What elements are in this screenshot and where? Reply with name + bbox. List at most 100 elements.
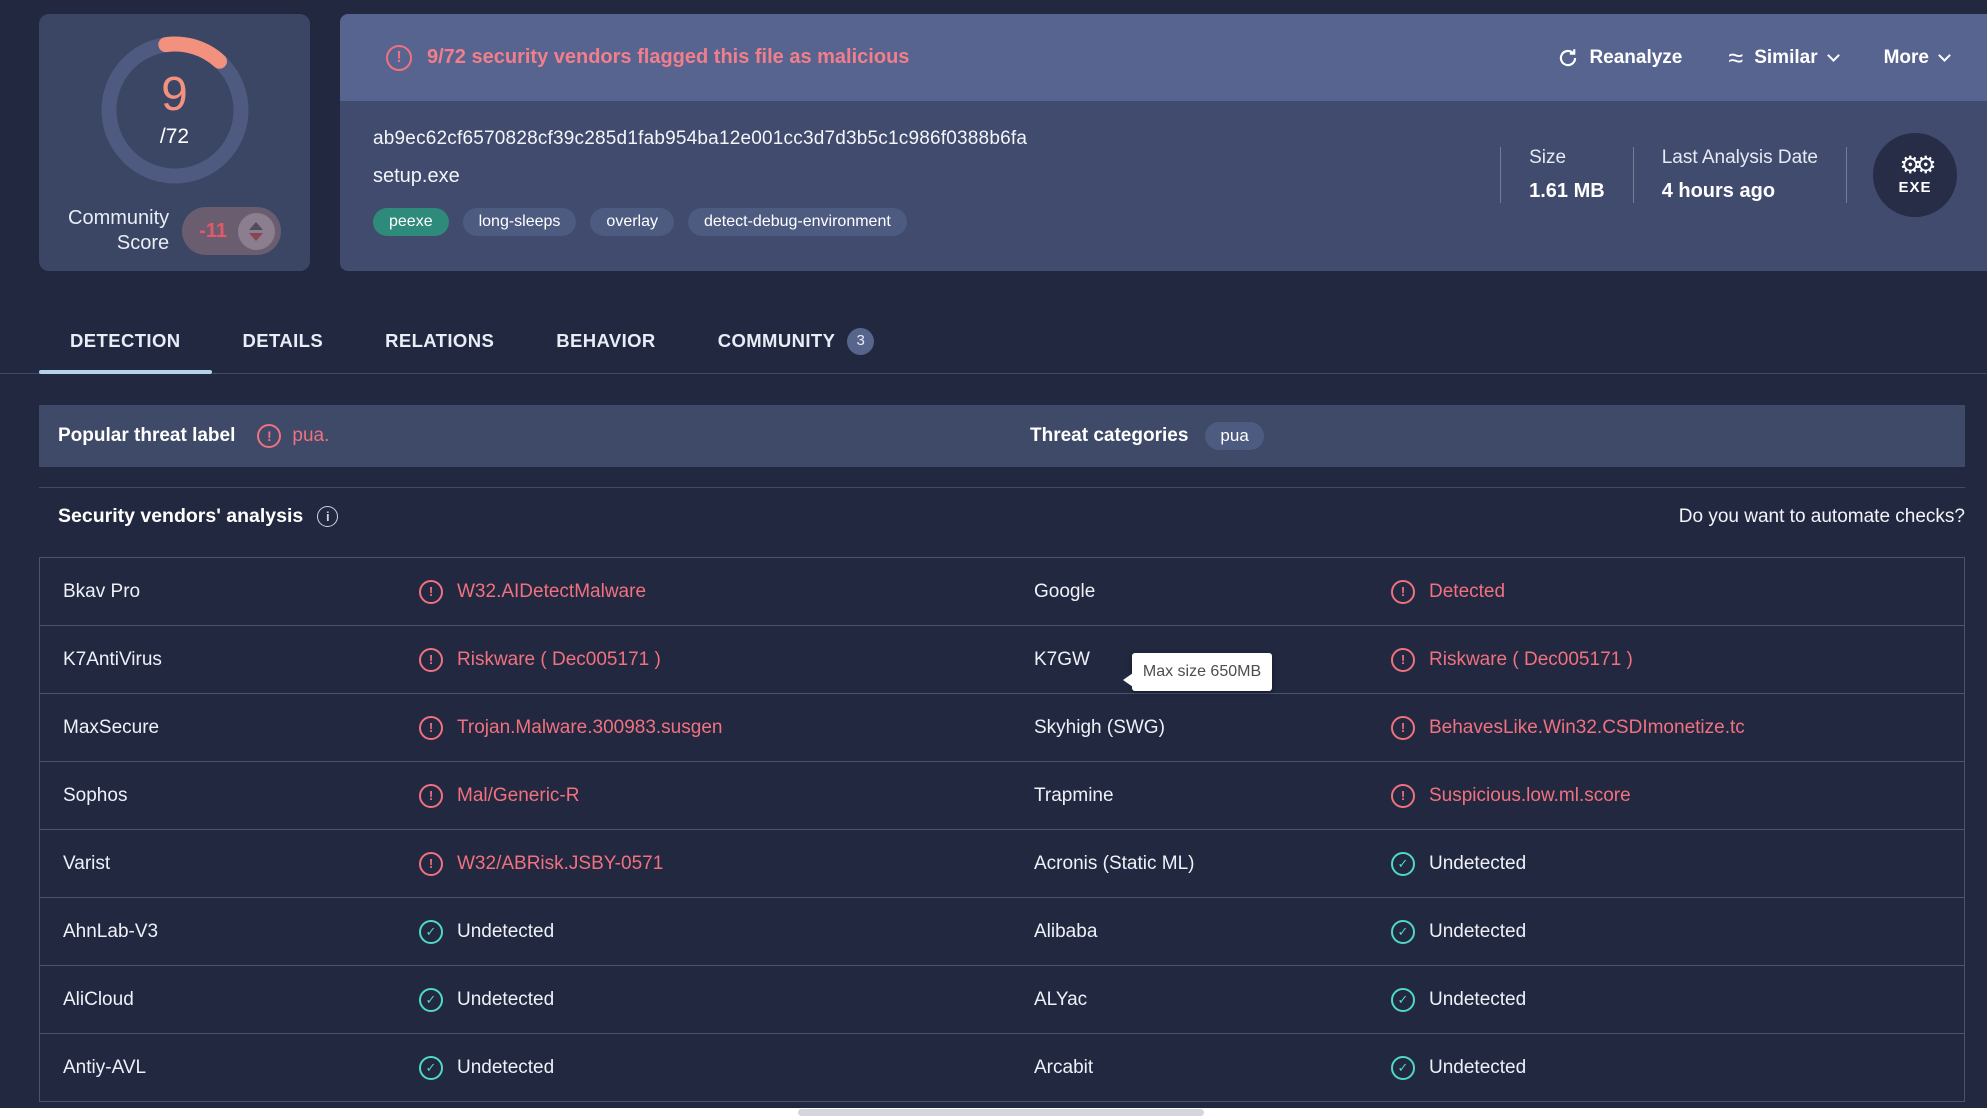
table-row: Antiy-AVL✓UndetectedArcabit✓Undetected <box>40 1034 1964 1102</box>
category-pill-pua[interactable]: pua <box>1205 422 1263 450</box>
file-info-section: ab9ec62cf6570828cf39c285d1fab954ba12e001… <box>340 101 1987 271</box>
vendor-name: Acronis (Static ML) <box>1034 853 1391 875</box>
similar-button[interactable]: ≈ Similar <box>1728 47 1837 69</box>
more-button[interactable]: More <box>1884 47 1949 69</box>
detection-score-donut: 9 /72 <box>93 28 257 192</box>
vendor-result: ! Riskware ( Dec005171 ) <box>1391 648 1964 672</box>
result-text: Undetected <box>1429 1057 1526 1079</box>
tab-details[interactable]: DETAILS <box>212 309 355 373</box>
alert-circle-icon: ! <box>386 45 412 71</box>
tab-behavior[interactable]: BEHAVIOR <box>525 309 686 373</box>
tag-peexe[interactable]: peexe <box>373 208 449 236</box>
upvote-icon[interactable] <box>249 222 263 230</box>
alert-circle-icon: ! <box>1391 648 1415 672</box>
check-circle-icon: ✓ <box>1391 988 1415 1012</box>
vendor-result: ✓Undetected <box>419 988 1034 1012</box>
vendor-result: !Trojan.Malware.300983.susgen <box>419 716 1034 740</box>
alert-circle-icon: ! <box>419 648 443 672</box>
horizontal-scrollbar <box>0 1108 1987 1117</box>
vendor-result: !Mal/Generic-R <box>419 784 1034 808</box>
vendor-name: ALYac <box>1034 989 1391 1011</box>
vendor-result: ✓ Undetected <box>1391 988 1964 1012</box>
detections-count: 9 <box>161 71 188 119</box>
automate-checks-link[interactable]: Do you want to automate checks? <box>1679 506 1965 528</box>
check-circle-icon: ✓ <box>419 988 443 1012</box>
result-text: Trojan.Malware.300983.susgen <box>457 717 722 739</box>
threat-label-bar: Popular threat label ! pua. Threat categ… <box>39 405 1965 467</box>
tag-long-sleeps[interactable]: long-sleeps <box>463 208 577 236</box>
tab-label: DETECTION <box>70 309 181 373</box>
threat-categories-label: Threat categories <box>1030 425 1188 447</box>
result-text: W32/ABRisk.JSBY-0571 <box>457 853 663 875</box>
result-text: Mal/Generic-R <box>457 785 579 807</box>
vendor-name: AliCloud <box>63 989 419 1011</box>
similar-icon: ≈ <box>1728 53 1743 63</box>
info-icon[interactable]: i <box>317 506 338 527</box>
table-row: Bkav Pro!W32.AIDetectMalwareGoogle!Detec… <box>40 558 1964 626</box>
table-row: Sophos!Mal/Generic-RTrapmine!Suspicious.… <box>40 762 1964 830</box>
vendor-name: Bkav Pro <box>63 581 419 603</box>
app-background: 9 /72 Community Score -11 ! 9/72 securit <box>0 0 1987 1108</box>
vendor-name: AhnLab-V3 <box>63 921 419 943</box>
table-row: AhnLab-V3✓UndetectedAlibaba✓Undetected <box>40 898 1964 966</box>
vote-buttons[interactable] <box>238 213 275 250</box>
vendor-result: ! W32/ABRisk.JSBY-0571 <box>419 852 1034 876</box>
last-analysis-block: Last Analysis Date 4 hours ago <box>1634 147 1846 203</box>
tag-detect-debug-environment[interactable]: detect-debug-environment <box>688 208 907 236</box>
alert-circle-icon: ! <box>419 852 443 876</box>
chevron-down-icon <box>1938 49 1951 62</box>
alert-circle-icon: ! <box>257 424 281 448</box>
result-text: Undetected <box>1429 853 1526 875</box>
vendor-result: ✓Undetected <box>1391 1056 1964 1080</box>
max-size-tooltip: Max size 650MB <box>1132 653 1272 691</box>
community-score-label: Community Score <box>68 206 169 256</box>
tag-overlay[interactable]: overlay <box>590 208 674 236</box>
table-row: MaxSecure!Trojan.Malware.300983.susgenSk… <box>40 694 1964 762</box>
result-text: Riskware ( Dec005171 ) <box>1429 649 1633 671</box>
alert-circle-icon: ! <box>1391 784 1415 808</box>
tab-relations[interactable]: RELATIONS <box>354 309 525 373</box>
popular-threat-label: Popular threat label <box>58 425 235 447</box>
vendors-title-group: Security vendors' analysis i <box>39 505 338 528</box>
chevron-down-icon <box>1827 49 1840 62</box>
vendor-name: Skyhigh (SWG) <box>1034 717 1391 739</box>
last-analysis-label: Last Analysis Date <box>1662 147 1818 169</box>
tab-label: DETAILS <box>243 309 324 373</box>
tab-community[interactable]: COMMUNITY3 <box>687 309 906 373</box>
vendor-name: Arcabit <box>1034 1057 1391 1079</box>
check-circle-icon: ✓ <box>1391 920 1415 944</box>
community-score: Community Score -11 <box>39 206 310 256</box>
vendors-analysis-header: Security vendors' analysis i Do you want… <box>39 487 1965 528</box>
vendor-result: !Detected <box>1391 580 1964 604</box>
size-value: 1.61 MB <box>1529 180 1605 203</box>
threat-category-pills: pua <box>1205 422 1263 450</box>
alert-circle-icon: ! <box>1391 716 1415 740</box>
reanalyze-button[interactable]: Reanalyze <box>1558 47 1682 69</box>
vendor-name: Google <box>1034 581 1391 603</box>
scrollbar-thumb[interactable] <box>798 1109 1204 1116</box>
vendor-result: !Riskware ( Dec005171 ) <box>419 648 1034 672</box>
gears-icon: ⚙⚙ <box>1899 154 1930 178</box>
vendor-result: ✓Undetected <box>1391 920 1964 944</box>
result-text: Suspicious.low.ml.score <box>1429 785 1631 807</box>
vendor-table: Max size 650MB Bkav Pro!W32.AIDetectMalw… <box>39 557 1965 1102</box>
score-card: 9 /72 Community Score -11 <box>39 14 310 271</box>
result-text: W32.AIDetectMalware <box>457 581 646 603</box>
result-text: Undetected <box>457 921 554 943</box>
vendor-result: ✓ Undetected <box>419 920 1034 944</box>
vendor-result: !W32.AIDetectMalware <box>419 580 1034 604</box>
vendor-name: K7AntiVirus <box>63 649 419 671</box>
check-circle-icon: ✓ <box>419 920 443 944</box>
community-vote-pill[interactable]: -11 <box>182 207 281 255</box>
last-analysis-value: 4 hours ago <box>1662 180 1818 203</box>
result-text: Detected <box>1429 581 1505 603</box>
downvote-icon[interactable] <box>249 233 263 241</box>
result-text: Undetected <box>1429 989 1526 1011</box>
tab-detection[interactable]: DETECTION <box>39 309 212 373</box>
vendors-analysis-title: Security vendors' analysis <box>58 505 303 528</box>
community-count-badge: 3 <box>847 328 874 355</box>
vendor-name: MaxSecure <box>63 717 419 739</box>
vendor-name: Sophos <box>63 785 419 807</box>
vendor-name: Antiy-AVL <box>63 1057 419 1079</box>
result-text: Undetected <box>457 1057 554 1079</box>
